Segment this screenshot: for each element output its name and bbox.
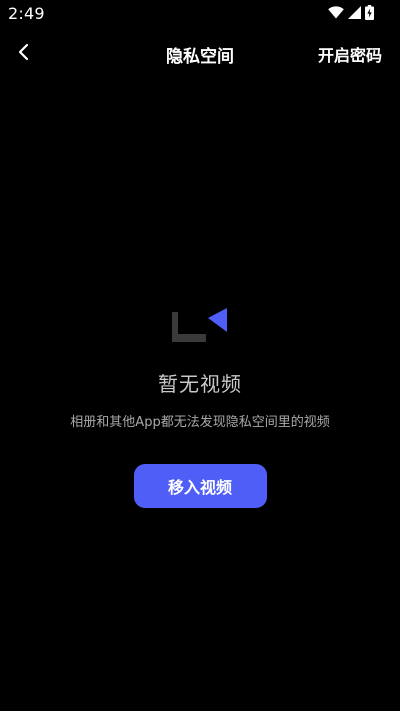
- screen: 2:49 隐私空间 开启密码 暂无视频 相册和其他App都无法发现隐私空间里的视…: [0, 0, 400, 711]
- status-bar: 2:49: [0, 0, 400, 28]
- chevron-left-icon: [17, 43, 31, 65]
- enable-password-button[interactable]: 开启密码: [318, 42, 382, 66]
- nav-bar: 隐私空间 开启密码: [0, 34, 400, 74]
- cell-signal-icon: [348, 6, 361, 19]
- video-placeholder-icon: [172, 308, 227, 342]
- empty-state: 暂无视频 相册和其他App都无法发现隐私空间里的视频 移入视频: [0, 300, 400, 508]
- status-time: 2:49: [8, 4, 45, 23]
- status-icons: [328, 5, 374, 20]
- empty-title: 暂无视频: [158, 372, 242, 396]
- battery-charging-icon: [365, 5, 374, 20]
- back-button[interactable]: [10, 40, 38, 68]
- wifi-icon: [328, 6, 344, 19]
- move-in-video-button[interactable]: 移入视频: [133, 464, 267, 508]
- empty-description: 相册和其他App都无法发现隐私空间里的视频: [70, 415, 330, 430]
